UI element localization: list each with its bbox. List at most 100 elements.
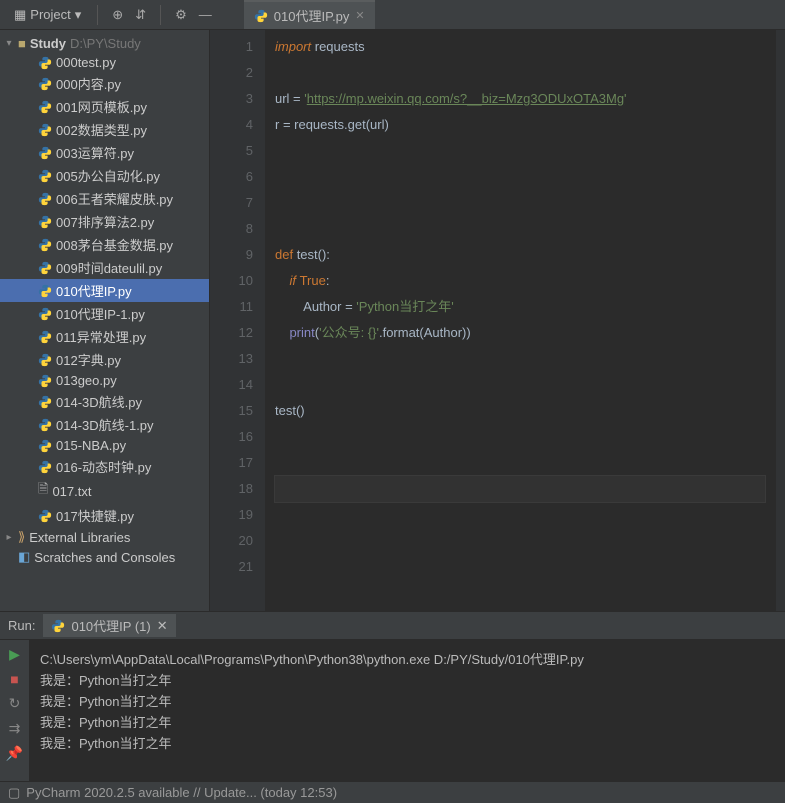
file-item[interactable]: 013geo.py xyxy=(0,371,209,390)
file-item[interactable]: 009时间dateulil.py xyxy=(0,256,209,279)
file-name: 012字典.py xyxy=(56,350,121,369)
python-file-icon xyxy=(38,215,52,229)
close-icon[interactable]: ✕ xyxy=(157,618,168,634)
run-tab-label: 010代理IP (1) xyxy=(71,616,150,635)
file-name: 011异常处理.py xyxy=(56,327,146,346)
output-line: 我是：Python当打之年 xyxy=(40,669,775,690)
code-line[interactable]: def test(): xyxy=(275,242,765,268)
file-name: 000test.py xyxy=(56,55,116,70)
file-name: 010代理IP-1.py xyxy=(56,304,145,323)
file-item[interactable]: 014-3D航线-1.py xyxy=(0,413,209,436)
stop-button[interactable]: ■ xyxy=(10,671,18,687)
status-text[interactable]: PyCharm 2020.2.5 available // Update... … xyxy=(26,785,337,800)
code-line[interactable]: if True: xyxy=(275,268,765,294)
code-line[interactable] xyxy=(275,372,765,398)
file-name: 009时间dateulil.py xyxy=(56,258,162,277)
file-item[interactable]: 015-NBA.py xyxy=(0,436,209,455)
code-line[interactable] xyxy=(275,424,765,450)
close-icon[interactable]: ✕ xyxy=(355,9,364,22)
run-button[interactable]: ▶ xyxy=(9,646,20,663)
editor-tab[interactable]: 010代理IP.py ✕ xyxy=(244,0,375,29)
python-file-icon xyxy=(254,9,268,23)
update-notification-icon[interactable]: ▢ xyxy=(8,785,20,801)
code-line[interactable]: Author = 'Python当打之年' xyxy=(275,294,765,320)
console-output[interactable]: C:\Users\ym\AppData\Local\Programs\Pytho… xyxy=(30,640,785,781)
python-file-icon xyxy=(38,307,52,321)
project-label: Project xyxy=(30,7,70,22)
file-item[interactable]: 000test.py xyxy=(0,53,209,72)
tree-root[interactable]: ▾ ■ Study D:\PY\Study xyxy=(0,34,209,53)
external-libraries[interactable]: ▸ ⟫ External Libraries xyxy=(0,527,209,547)
pin-button[interactable]: 📌 xyxy=(6,745,23,762)
code-line[interactable] xyxy=(275,476,765,502)
python-file-icon xyxy=(38,330,52,344)
file-item[interactable]: 011异常处理.py xyxy=(0,325,209,348)
file-item[interactable]: 014-3D航线.py xyxy=(0,390,209,413)
file-name: 005办公自动化.py xyxy=(56,166,160,185)
file-item[interactable]: 000内容.py xyxy=(0,72,209,95)
file-item[interactable]: 010代理IP.py xyxy=(0,279,209,302)
error-stripe xyxy=(775,30,785,611)
file-item[interactable]: 012字典.py xyxy=(0,348,209,371)
code-line[interactable] xyxy=(275,450,765,476)
run-toolbar: ▶ ■ ↻ ⇉ 📌 xyxy=(0,640,30,781)
file-name: 008茅台基金数据.py xyxy=(56,235,173,254)
code-line[interactable] xyxy=(275,346,765,372)
file-name: 017.txt xyxy=(52,484,91,499)
code-line[interactable]: print('公众号: {}'.format(Author)) xyxy=(275,320,765,346)
file-name: 007排序算法2.py xyxy=(56,212,154,231)
file-name: 014-3D航线.py xyxy=(56,392,142,411)
file-name: 013geo.py xyxy=(56,373,117,388)
code-line[interactable]: url = 'https://mp.weixin.qq.com/s?__biz=… xyxy=(275,86,765,112)
file-item[interactable]: 001网页模板.py xyxy=(0,95,209,118)
output-line: C:\Users\ym\AppData\Local\Programs\Pytho… xyxy=(40,648,775,669)
code-line[interactable] xyxy=(275,554,765,580)
code-line[interactable] xyxy=(275,164,765,190)
file-name: 002数据类型.py xyxy=(56,120,147,139)
python-file-icon xyxy=(38,509,52,523)
file-item[interactable]: 005办公自动化.py xyxy=(0,164,209,187)
file-name: 016-动态时钟.py xyxy=(56,457,151,476)
code-line[interactable] xyxy=(275,138,765,164)
library-icon: ⟫ xyxy=(18,529,25,545)
file-item[interactable]: 006王者荣耀皮肤.py xyxy=(0,187,209,210)
settings-button[interactable]: ⇉ xyxy=(9,720,21,737)
file-name: 006王者荣耀皮肤.py xyxy=(56,189,173,208)
expand-icon[interactable]: ⇵ xyxy=(131,3,150,27)
chevron-down-icon: ▾ xyxy=(4,38,14,49)
file-name: 010代理IP.py xyxy=(56,281,132,300)
output-line: 我是：Python当打之年 xyxy=(40,732,775,753)
target-icon[interactable]: ⊕ xyxy=(108,3,127,27)
scratches-icon: ◧ xyxy=(18,549,30,565)
code-line[interactable] xyxy=(275,216,765,242)
scratches-and-consoles[interactable]: ◧ Scratches and Consoles xyxy=(0,547,209,567)
file-item[interactable]: 007排序算法2.py xyxy=(0,210,209,233)
output-line: 我是：Python当打之年 xyxy=(40,711,775,732)
file-item[interactable]: 010代理IP-1.py xyxy=(0,302,209,325)
code-line[interactable]: r = requests.get(url) xyxy=(275,112,765,138)
code-area[interactable]: import requests url = 'https://mp.weixin… xyxy=(265,30,775,611)
python-file-icon xyxy=(38,56,52,70)
code-line[interactable] xyxy=(275,528,765,554)
file-item[interactable]: 🗎017.txt xyxy=(0,478,209,504)
file-item[interactable]: 002数据类型.py xyxy=(0,118,209,141)
file-item[interactable]: 016-动态时钟.py xyxy=(0,455,209,478)
python-file-icon xyxy=(38,353,52,367)
code-line[interactable]: test() xyxy=(275,398,765,424)
file-item[interactable]: 003运算符.py xyxy=(0,141,209,164)
file-item[interactable]: 017快捷键.py xyxy=(0,504,209,527)
code-line[interactable]: import requests xyxy=(275,34,765,60)
file-item[interactable]: 008茅台基金数据.py xyxy=(0,233,209,256)
code-line[interactable] xyxy=(275,190,765,216)
python-file-icon xyxy=(38,192,52,206)
python-file-icon xyxy=(38,77,52,91)
run-tab[interactable]: 010代理IP (1) ✕ xyxy=(43,614,175,637)
chevron-down-icon: ▾ xyxy=(75,7,82,23)
project-dropdown[interactable]: ▦ Project ▾ xyxy=(8,5,87,25)
restart-button[interactable]: ↻ xyxy=(9,695,21,712)
code-line[interactable] xyxy=(275,60,765,86)
file-name: 017快捷键.py xyxy=(56,506,134,525)
hide-icon[interactable]: — xyxy=(195,3,216,26)
code-line[interactable] xyxy=(275,502,765,528)
gear-icon[interactable]: ⚙ xyxy=(171,3,191,27)
